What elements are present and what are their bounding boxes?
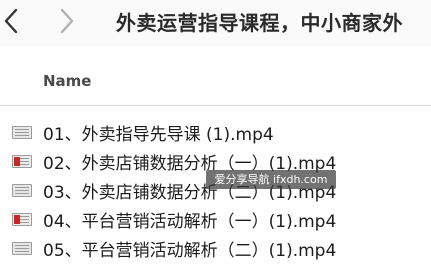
- window-toolbar: 外卖运营指导课程，中小商家外: [0, 0, 431, 46]
- back-button[interactable]: [0, 6, 22, 36]
- file-row[interactable]: 01、外卖指导先导课 (1).mp4: [0, 118, 431, 147]
- window-title: 外卖运营指导课程，中小商家外: [116, 11, 403, 35]
- video-file-icon: [12, 213, 32, 226]
- list-header: Name: [0, 46, 431, 106]
- name-column-header[interactable]: Name: [43, 72, 91, 90]
- video-file-icon: [12, 155, 32, 168]
- chevron-right-icon: [60, 8, 74, 34]
- watermark: 爱分享导航 ifxdh.com: [206, 170, 336, 189]
- video-file-icon: [12, 126, 32, 139]
- header-divider: [0, 105, 431, 106]
- file-name: 05、平台营销活动解析（二）(1).mp4: [43, 241, 337, 261]
- chevron-left-icon: [4, 8, 18, 34]
- file-row[interactable]: 05、平台营销活动解析（二）(1).mp4: [0, 234, 431, 263]
- video-file-icon: [12, 184, 32, 197]
- file-row[interactable]: 04、平台营销活动解析（一）(1).mp4: [0, 205, 431, 234]
- video-file-icon: [12, 242, 32, 255]
- file-name: 04、平台营销活动解析（一）(1).mp4: [43, 212, 337, 232]
- file-name: 01、外卖指导先导课 (1).mp4: [43, 125, 274, 145]
- file-list: 01、外卖指导先导课 (1).mp4 02、外卖店铺数据分析（一）(1).mp4…: [0, 118, 431, 263]
- forward-button[interactable]: [56, 6, 78, 36]
